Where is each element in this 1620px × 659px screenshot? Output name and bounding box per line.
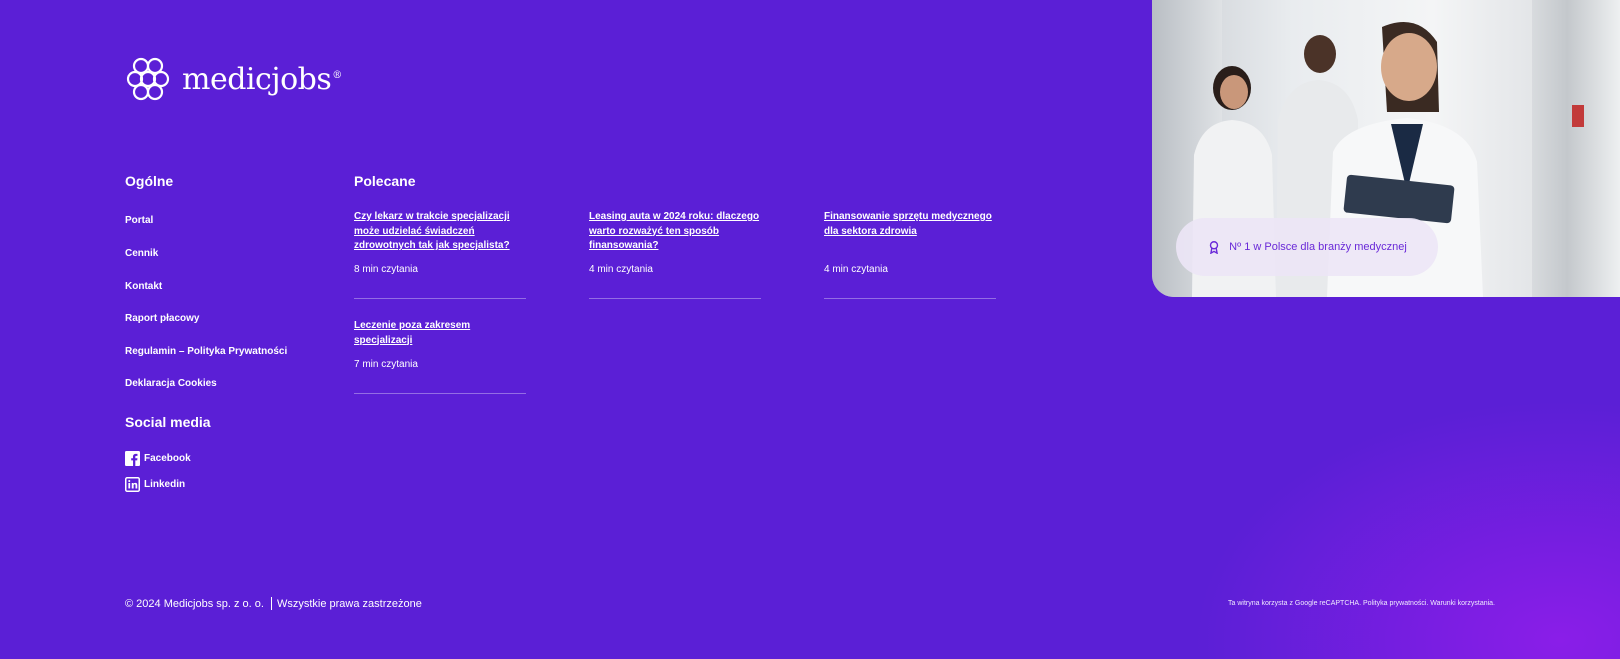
footer-link-terms-privacy[interactable]: Regulamin – Polityka Prywatności	[125, 346, 287, 357]
article-divider	[589, 298, 761, 299]
article-divider	[354, 393, 526, 394]
recommended-title: Polecane	[354, 173, 416, 189]
footer-link-cookies[interactable]: Deklaracja Cookies	[125, 378, 217, 389]
brand-logo[interactable]: medicjobs®	[124, 55, 342, 103]
article-divider	[354, 298, 526, 299]
linkedin-icon	[125, 477, 140, 492]
hero-badge: Nº 1 w Polsce dla branży medycznej	[1176, 218, 1438, 276]
read-time: 4 min czytania	[824, 264, 888, 275]
article-card: Leasing auta w 2024 roku: dlaczego warto…	[589, 210, 761, 299]
article-divider	[824, 298, 996, 299]
footer-link-portal[interactable]: Portal	[125, 215, 153, 226]
general-title: Ogólne	[125, 173, 174, 189]
social-title: Social media	[125, 414, 211, 430]
article-card: Finansowanie sprzętu medycznego dla sekt…	[824, 210, 996, 299]
hero-photo: Nº 1 w Polsce dla branży medycznej	[1152, 0, 1620, 297]
social-label-linkedin: Linkedin	[144, 479, 186, 490]
footer-link-salary-report[interactable]: Raport płacowy	[125, 313, 199, 324]
medicjobs-logo-icon	[126, 57, 170, 101]
article-link[interactable]: Leczenie poza zakresem specjalizacji	[354, 319, 526, 348]
rights-text: Wszystkie prawa zastrzeżone	[276, 597, 422, 610]
article-link[interactable]: Finansowanie sprzętu medycznego dla sekt…	[824, 210, 996, 239]
social-link-facebook[interactable]: Facebook	[125, 451, 191, 466]
social-label-facebook: Facebook	[144, 453, 191, 464]
social-link-linkedin[interactable]: Linkedin	[125, 477, 185, 492]
facebook-icon	[125, 451, 140, 466]
article-card: Leczenie poza zakresem specjalizacji 7 m…	[354, 319, 526, 394]
hero-badge-text: Nº 1 w Polsce dla branży medycznej	[1229, 241, 1407, 253]
read-time: 8 min czytania	[354, 264, 418, 275]
read-time: 4 min czytania	[589, 264, 653, 275]
footer-copyright: © 2024 Medicjobs sp. z o. o. Wszystkie p…	[125, 597, 422, 610]
article-link[interactable]: Leasing auta w 2024 roku: dlaczego warto…	[589, 210, 761, 254]
award-icon	[1209, 241, 1219, 254]
footer-link-contact[interactable]: Kontakt	[125, 281, 162, 292]
footer-separator	[270, 597, 272, 610]
footer-link-pricing[interactable]: Cennik	[125, 248, 158, 259]
read-time: 7 min czytania	[354, 359, 418, 370]
article-link[interactable]: Czy lekarz w trakcie specjalizacji może …	[354, 210, 526, 254]
brand-name: medicjobs®	[182, 61, 342, 97]
article-card: Czy lekarz w trakcie specjalizacji może …	[354, 210, 526, 299]
recaptcha-notice[interactable]: Ta witryna korzysta z Google reCAPTCHA. …	[1228, 600, 1495, 607]
copyright-text: © 2024 Medicjobs sp. z o. o.	[125, 597, 264, 610]
